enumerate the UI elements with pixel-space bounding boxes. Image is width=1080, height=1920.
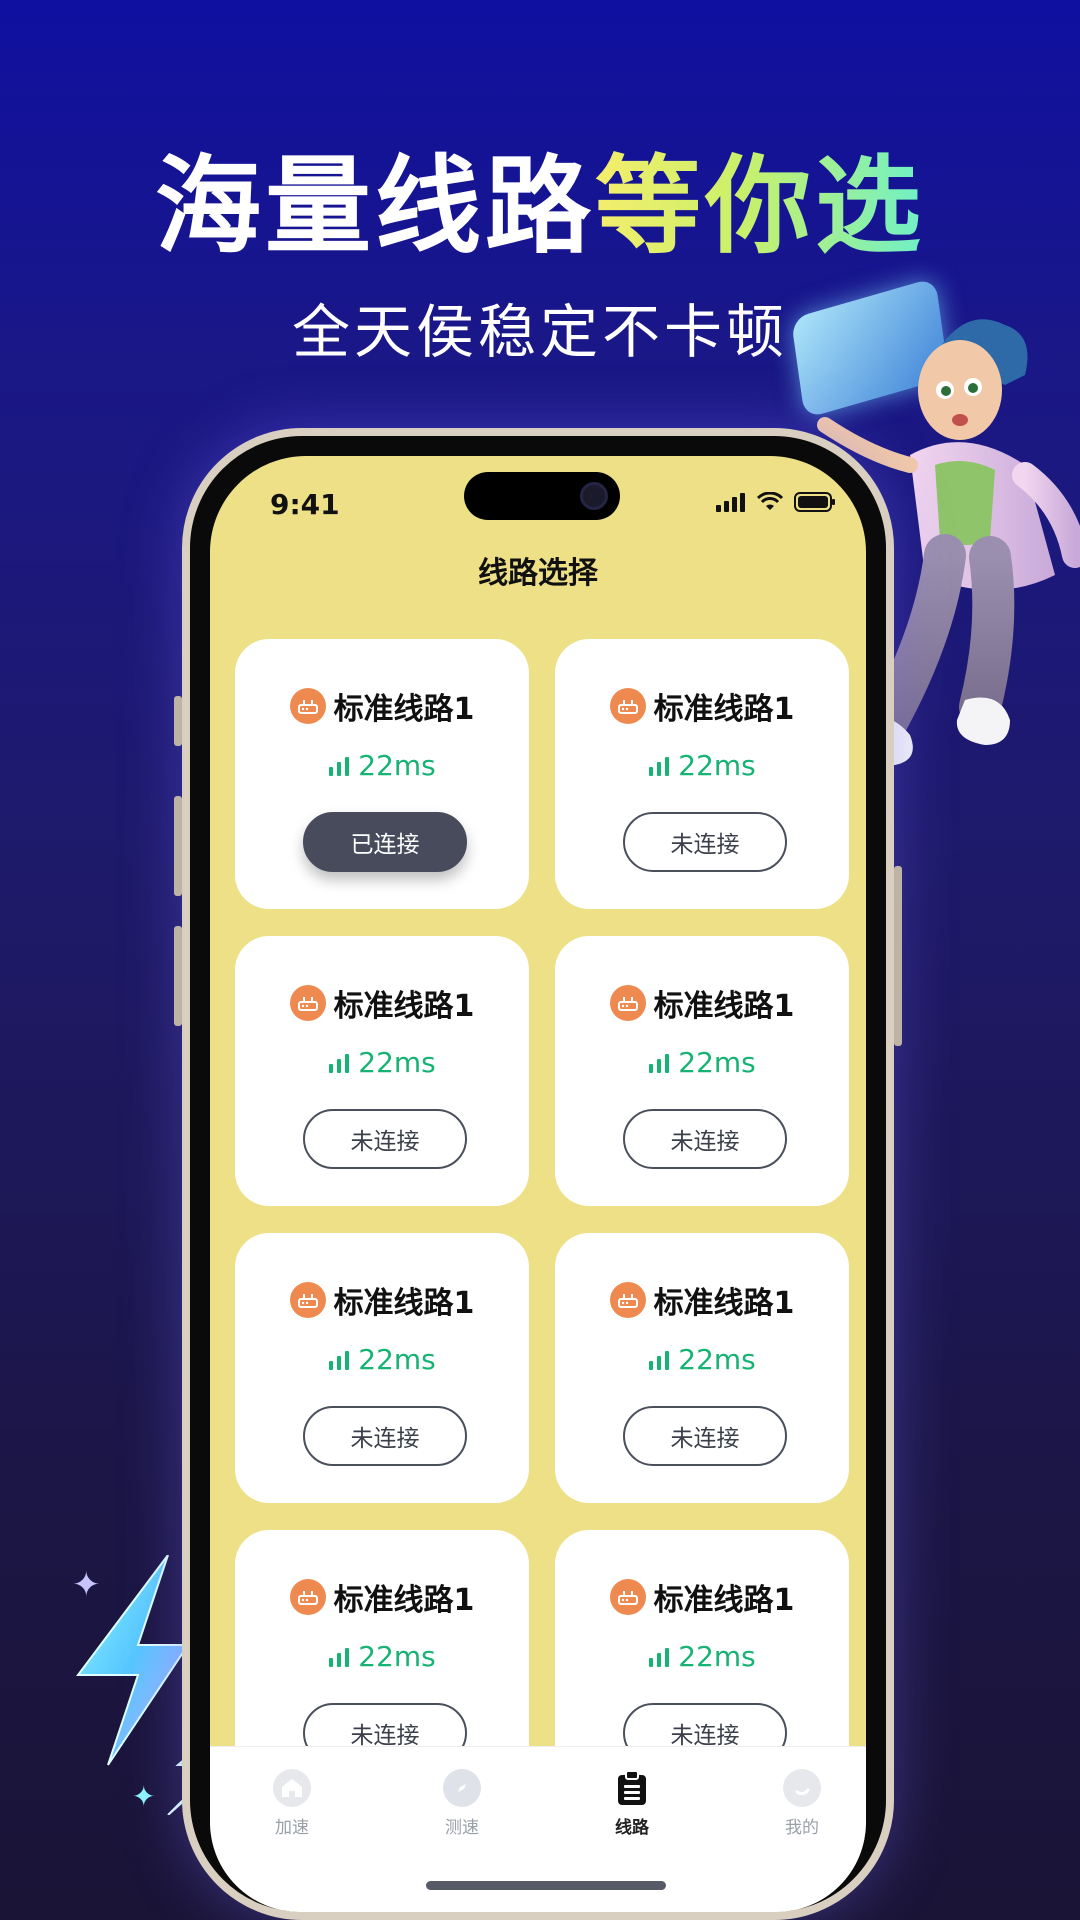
- route-name: 标准线路1: [333, 1286, 475, 1321]
- router-icon: [289, 1579, 326, 1615]
- signal-strength-icon: [649, 1053, 670, 1073]
- latency-row: 22ms: [235, 1046, 529, 1079]
- route-name: 标准线路1: [333, 989, 475, 1024]
- route-title-row: 标准线路1: [235, 1575, 529, 1619]
- latency-row: 22ms: [235, 749, 529, 782]
- headline-gradient-text: 等你选: [595, 145, 925, 268]
- home-indicator[interactable]: [426, 1881, 666, 1890]
- promo-headline: 海量线路等你选: [0, 120, 1080, 274]
- route-card[interactable]: 标准线路1 22ms 未连接: [555, 936, 849, 1206]
- status-icons: [716, 492, 836, 512]
- connected-button[interactable]: 已连接: [303, 812, 467, 872]
- tab-label: 线路: [615, 1818, 649, 1838]
- router-icon: [609, 688, 646, 724]
- app-screen: 9:41 线路选择 标准线路1 22ms 已连接 标准线路1 22ms 未连接 …: [210, 456, 866, 1912]
- route-name: 标准线路1: [333, 1583, 475, 1618]
- signal-strength-icon: [329, 1647, 350, 1667]
- connect-button[interactable]: 未连接: [623, 1109, 787, 1169]
- router-icon: [609, 1579, 646, 1615]
- tab-label: 测速: [445, 1818, 479, 1838]
- route-title-row: 标准线路1: [555, 981, 849, 1025]
- tab-bar: 加速 测速 线路 我的: [210, 1746, 866, 1912]
- route-name: 标准线路1: [653, 1286, 795, 1321]
- signal-strength-icon: [329, 1053, 350, 1073]
- route-latency: 22ms: [358, 749, 436, 782]
- connect-button[interactable]: 未连接: [623, 812, 787, 872]
- home-icon: [273, 1769, 311, 1807]
- route-name: 标准线路1: [653, 692, 795, 727]
- sparkle-icon: ✦: [72, 1565, 101, 1605]
- headline-white-text: 海量线路: [155, 145, 595, 268]
- route-card[interactable]: 标准线路1 22ms 未连接: [555, 1233, 849, 1503]
- route-title-row: 标准线路1: [555, 684, 849, 728]
- route-card[interactable]: 标准线路1 22ms 未连接: [235, 1233, 529, 1503]
- route-title-row: 标准线路1: [555, 1575, 849, 1619]
- signal-strength-icon: [329, 756, 350, 776]
- route-title-row: 标准线路1: [235, 684, 529, 728]
- route-title-row: 标准线路1: [555, 1278, 849, 1322]
- signal-strength-icon: [649, 1647, 670, 1667]
- router-icon: [609, 1282, 646, 1318]
- route-latency: 22ms: [678, 1343, 756, 1376]
- status-bar: 9:41: [210, 456, 866, 546]
- route-latency: 22ms: [678, 1640, 756, 1673]
- route-latency: 22ms: [678, 749, 756, 782]
- side-button: [174, 926, 182, 1026]
- tab-accelerate[interactable]: 加速: [232, 1769, 352, 1838]
- side-button: [894, 866, 902, 1046]
- router-icon: [609, 985, 646, 1021]
- router-icon: [289, 985, 326, 1021]
- route-name: 标准线路1: [653, 1583, 795, 1618]
- side-button: [174, 796, 182, 896]
- sparkle-icon: ✦: [132, 1780, 156, 1813]
- router-icon: [289, 1282, 326, 1318]
- cellular-signal-icon: [716, 493, 745, 512]
- tab-routes[interactable]: 线路: [572, 1769, 692, 1838]
- latency-row: 22ms: [555, 1046, 849, 1079]
- route-card[interactable]: 标准线路1 22ms 未连接: [235, 936, 529, 1206]
- tab-label: 我的: [785, 1818, 819, 1838]
- side-button: [174, 696, 182, 746]
- route-card[interactable]: 标准线路1 22ms 已连接: [235, 639, 529, 909]
- route-latency: 22ms: [358, 1640, 436, 1673]
- profile-icon: [783, 1769, 821, 1807]
- status-time: 9:41: [270, 488, 340, 521]
- route-title-row: 标准线路1: [235, 1278, 529, 1322]
- router-icon: [289, 688, 326, 724]
- dynamic-island: [464, 472, 620, 520]
- tab-mine[interactable]: 我的: [742, 1769, 862, 1838]
- signal-strength-icon: [649, 1350, 670, 1370]
- route-name: 标准线路1: [333, 692, 475, 727]
- clipboard-icon: [613, 1769, 651, 1807]
- route-latency: 22ms: [678, 1046, 756, 1079]
- tab-label: 加速: [275, 1818, 309, 1838]
- camera-icon: [580, 482, 608, 510]
- battery-icon: [794, 492, 835, 512]
- latency-row: 22ms: [555, 1640, 849, 1673]
- connect-button[interactable]: 未连接: [303, 1406, 467, 1466]
- route-latency: 22ms: [358, 1046, 436, 1079]
- latency-row: 22ms: [555, 749, 849, 782]
- latency-row: 22ms: [235, 1343, 529, 1376]
- signal-strength-icon: [649, 756, 670, 776]
- signal-strength-icon: [329, 1350, 350, 1370]
- phone-mockup: 9:41 线路选择 标准线路1 22ms 已连接 标准线路1 22ms 未连接 …: [174, 428, 902, 1920]
- latency-row: 22ms: [235, 1640, 529, 1673]
- wifi-icon: [756, 492, 784, 510]
- route-title-row: 标准线路1: [235, 981, 529, 1025]
- route-name: 标准线路1: [653, 989, 795, 1024]
- latency-row: 22ms: [555, 1343, 849, 1376]
- screen-title: 线路选择: [478, 556, 598, 591]
- connect-button[interactable]: 未连接: [303, 1109, 467, 1169]
- route-card[interactable]: 标准线路1 22ms 未连接: [555, 639, 849, 909]
- connect-button[interactable]: 未连接: [623, 1406, 787, 1466]
- route-latency: 22ms: [358, 1343, 436, 1376]
- tab-speed-test[interactable]: 测速: [402, 1769, 522, 1838]
- compass-icon: [443, 1769, 481, 1807]
